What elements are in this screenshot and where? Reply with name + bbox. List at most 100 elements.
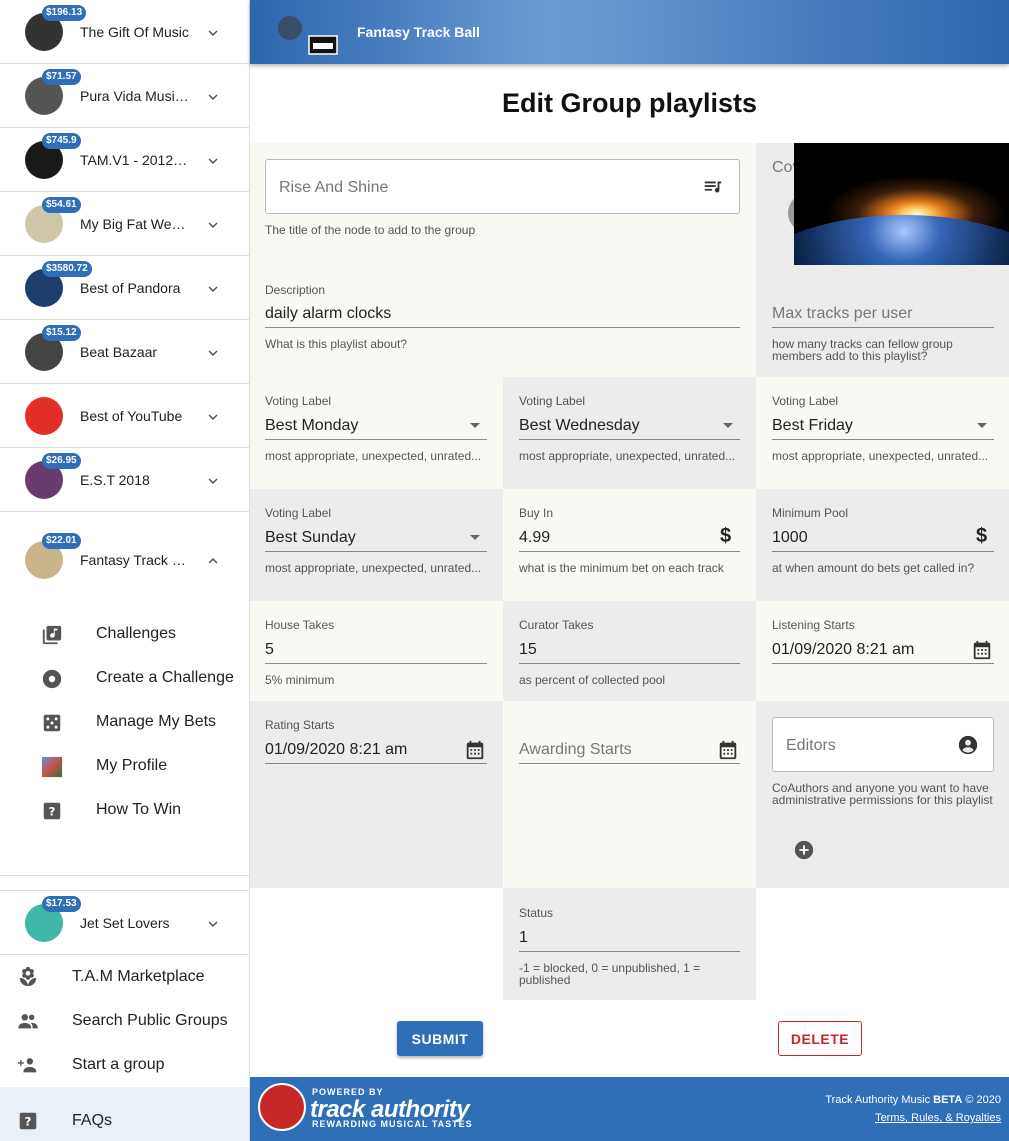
nav-marketplace[interactable]: T.A.M Marketplace [0,955,249,999]
people-icon [18,1014,38,1029]
chevron-up-icon[interactable] [204,552,222,570]
group-row[interactable]: Best of YouTube [0,384,249,448]
curator-takes-helper: as percent of collected pool [519,673,666,687]
awarding-starts-cell: Awarding Starts [503,701,756,888]
voting3-helper: most appropriate, unexpected, unrated... [772,449,989,463]
voting3-underline [772,439,994,440]
voting1-label: Voting Label [265,394,332,408]
min-pool-label: Minimum Pool [772,506,849,520]
group-row[interactable]: $26.95 E.S.T 2018 [0,448,249,512]
voting3-select[interactable]: Best Friday [772,417,853,435]
calendar-icon[interactable] [971,639,993,661]
dropdown-arrow-icon[interactable] [470,535,480,540]
chevron-down-icon[interactable] [204,24,222,42]
chevron-down-icon[interactable] [204,472,222,490]
sub-item-manage-bets[interactable]: Manage My Bets [0,700,249,744]
sub-item-my-profile[interactable]: My Profile [0,744,249,788]
group-badge: $3580.72 [42,261,92,277]
house-takes-label: House Takes [265,618,335,632]
editors-input[interactable]: Editors [786,737,836,755]
editors-cell: Editors CoAuthors and anyone you want to… [756,701,1009,888]
chevron-down-icon[interactable] [204,216,222,234]
nav-search-public-groups[interactable]: Search Public Groups [0,999,249,1043]
status-input[interactable]: 1 [519,929,528,947]
sub-item-label: Manage My Bets [96,713,217,730]
voting4-helper: most appropriate, unexpected, unrated... [265,561,482,575]
title-input-value[interactable]: Rise And Shine [279,179,388,197]
max-tracks-helper: how many tracks can fellow group members… [772,337,953,363]
description-helper: What is this playlist about? [265,337,408,351]
group-label: My Big Fat Wedding [80,216,190,232]
group-row[interactable]: $15.12 Beat Bazaar [0,320,249,384]
terms-link[interactable]: Terms, Rules, & Royalties [875,1112,1001,1124]
footer: POWERED BY track authority REWARDING MUS… [250,1077,1009,1141]
cover-image[interactable] [794,143,1009,265]
add-person-icon [17,1058,37,1073]
nav-start-group[interactable]: Start a group [0,1043,249,1087]
chevron-down-icon[interactable] [204,408,222,426]
status-label: Status [519,906,554,920]
group-row-expanded[interactable]: $22.01 Fantasy Track Ball [0,512,249,595]
buy-in-cell: Buy In 4.99 $ what is the minimum bet on… [503,489,756,601]
sub-item-create-challenge[interactable]: Create a Challenge [0,656,249,700]
voting4-underline [265,551,487,552]
buy-in-input[interactable]: 4.99 [519,529,550,547]
description-input[interactable]: daily alarm clocks [265,305,391,323]
voting1-select[interactable]: Best Monday [265,417,358,435]
listening-starts-input[interactable]: 01/09/2020 8:21 am [772,641,914,659]
sub-item-label: Challenges [96,625,177,642]
description-underline [265,327,740,328]
sub-item-how-to-win[interactable]: ? How To Win [0,788,249,832]
app-logo[interactable] [276,8,338,56]
voting2-cell: Voting Label Best Wednesday most appropr… [503,377,756,489]
group-badge: $17.53 [42,896,81,912]
chevron-down-icon[interactable] [204,344,222,362]
group-label: Best of Pandora [80,280,181,296]
tagline-text: REWARDING MUSICAL TASTES [312,1119,473,1129]
group-sub-menu: Challenges Create a Challenge Manage My … [0,595,249,876]
track-authority-logo-icon[interactable] [258,1083,306,1131]
voting2-select[interactable]: Best Wednesday [519,417,640,435]
min-pool-input[interactable]: 1000 [772,529,808,547]
group-row[interactable]: $17.53 Jet Set Lovers [0,891,249,955]
voting4-label: Voting Label [265,506,332,520]
group-label: Jet Set Lovers [80,915,170,931]
group-row[interactable]: $54.61 My Big Fat Wedding [0,192,249,256]
chevron-down-icon[interactable] [204,280,222,298]
house-takes-input[interactable]: 5 [265,641,274,659]
description-label: Description [265,283,326,297]
rating-starts-input[interactable]: 01/09/2020 8:21 am [265,741,407,759]
listening-starts-underline [772,663,994,664]
house-takes-underline [265,663,487,664]
nav-faqs[interactable]: ? FAQs [0,1087,249,1141]
group-badge: $196.13 [42,5,87,21]
group-row[interactable]: $196.13 The Gift Of Music [0,0,249,64]
group-row[interactable]: $3580.72 Best of Pandora [0,256,249,320]
group-label: Pura Vida Music Fest [80,88,190,104]
submit-button[interactable]: SUBMIT [397,1021,483,1056]
status-helper: -1 = blocked, 0 = unpublished, 1 = publi… [519,961,701,987]
calendar-icon[interactable] [464,739,486,761]
chevron-down-icon[interactable] [204,152,222,170]
voting2-helper: most appropriate, unexpected, unrated... [519,449,736,463]
dropdown-arrow-icon[interactable] [977,423,987,428]
voting4-select[interactable]: Best Sunday [265,529,356,547]
group-row[interactable]: $71.57 Pura Vida Music Fest [0,64,249,128]
sub-item-challenges[interactable]: Challenges [0,612,249,656]
calendar-icon[interactable] [717,739,739,761]
delete-button[interactable]: DELETE [778,1021,862,1056]
title-helper: The title of the node to add to the grou… [265,223,476,237]
awarding-starts-input[interactable]: Awarding Starts [519,741,632,759]
rating-starts-cell: Rating Starts 01/09/2020 8:21 am [250,701,503,888]
chevron-down-icon[interactable] [204,915,222,933]
add-circle-icon[interactable] [793,839,815,861]
awarding-starts-underline [519,763,740,764]
voting3-label: Voting Label [772,394,839,408]
dropdown-arrow-icon[interactable] [723,423,733,428]
chevron-down-icon[interactable] [204,88,222,106]
dropdown-arrow-icon[interactable] [470,423,480,428]
curator-takes-input[interactable]: 15 [519,641,537,659]
min-pool-underline [772,551,994,552]
max-tracks-input[interactable]: Max tracks per user [772,305,912,323]
group-row[interactable]: $745.9 TAM.V1 - 2012 Mixtape [0,128,249,192]
